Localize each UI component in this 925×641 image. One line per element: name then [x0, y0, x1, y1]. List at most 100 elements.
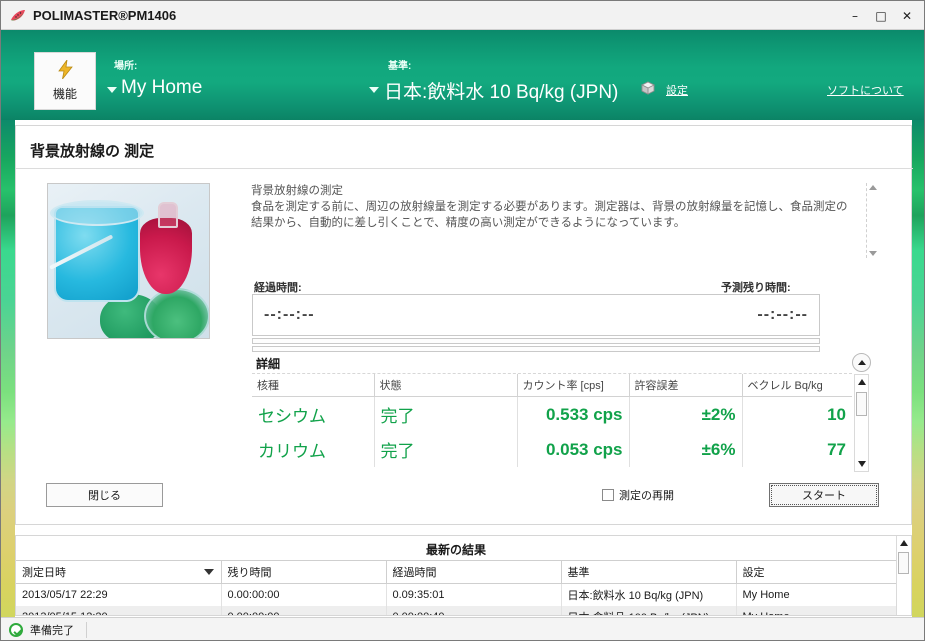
status-separator — [86, 622, 87, 638]
result-setting: My Home — [736, 606, 897, 615]
results-col-standard[interactable]: 基準 — [561, 560, 737, 584]
details-scroll-thumb[interactable] — [856, 392, 867, 416]
table-row[interactable]: 2013/05/15 12:20 0.00:00:00 0.00:00:40 日… — [16, 606, 897, 615]
settings-link[interactable]: 設定 — [666, 82, 688, 98]
table-row[interactable]: セシウム 完了 0.533 cps ±2% 10 — [252, 396, 852, 432]
chevron-up-icon — [858, 360, 866, 365]
results-col-elapsed[interactable]: 経過時間 — [386, 560, 562, 584]
result-elapsed: 0.09:35:01 — [386, 583, 562, 606]
results-scroll-up-arrow[interactable] — [900, 540, 908, 546]
sort-descending-icon — [203, 569, 214, 575]
elapsed-time-label: 経過時間: — [254, 282, 302, 294]
results-table-header-row: 測定日時 残り時間 経過時間 基準 設定 — [16, 560, 897, 584]
maximize-button[interactable]: □ — [868, 5, 894, 27]
table-row[interactable]: カリウム 完了 0.053 cps ±6% 77 — [252, 432, 852, 467]
results-col-datetime[interactable]: 測定日時 — [16, 560, 222, 584]
results-scrollbar[interactable] — [896, 536, 911, 615]
application-window: POLIMASTER®PM1406 – □ ✕ 機能 場所: My Home 基… — [0, 0, 925, 641]
details-table-header-row: 核種 状態 カウント率 [cps] 許容誤差 ベクレル Bq/kg — [252, 374, 852, 397]
details-scrollbar[interactable] — [854, 374, 869, 472]
background-measurement-panel: 背景放射線の 測定 背景放射線の測定 食品を測定する前に、周辺の放射線量を測定す… — [15, 125, 913, 525]
description-scroll-down-arrow[interactable] — [869, 251, 877, 256]
close-button[interactable]: 閉じる — [46, 483, 163, 507]
results-col-setting[interactable]: 設定 — [736, 560, 897, 584]
restart-measurement-checkbox-wrap[interactable]: 測定の再開 — [602, 487, 674, 503]
details-section-header: 詳細 — [252, 352, 852, 374]
about-link[interactable]: ソフトについて — [827, 82, 904, 98]
app-header: 機能 場所: My Home 基準: 日本:飲料水 10 Bq/kg (JPN)… — [1, 30, 924, 120]
standard-label: 基準: — [388, 61, 412, 72]
status-text: 準備完了 — [30, 625, 74, 637]
detail-state: 完了 — [374, 396, 518, 432]
description-scrollbar[interactable] — [866, 183, 879, 258]
details-title: 詳細 — [256, 357, 281, 371]
description-box: 背景放射線の測定 食品を測定する前に、周辺の放射線量を測定する必要があります。測… — [251, 183, 877, 258]
elapsed-time-value: --:--:-- — [264, 306, 315, 323]
result-elapsed: 0.00:00:40 — [386, 606, 562, 615]
panel-divider — [16, 168, 913, 169]
timer-display: --:--:-- --:--:-- — [252, 294, 820, 336]
page-title: 背景放射線の 測定 — [30, 143, 155, 160]
detail-nuclide: セシウム — [252, 396, 375, 432]
latest-results-panel: 最新の結果 測定日時 残り時間 経過時間 基準 設定 2013/05/17 22… — [15, 535, 912, 616]
check-circle-icon — [9, 623, 23, 637]
result-datetime: 2013/05/15 12:20 — [16, 606, 222, 615]
description-scroll-up-arrow[interactable] — [869, 185, 877, 190]
restart-measurement-label: 測定の再開 — [619, 490, 674, 502]
details-col-nuclide[interactable]: 核種 — [252, 374, 375, 397]
detail-nuclide: カリウム — [252, 432, 375, 467]
details-table: 核種 状態 カウント率 [cps] 許容誤差 ベクレル Bq/kg セシウム 完… — [252, 374, 852, 467]
result-standard: 日本:食料品 100 Bq/kg (JPN) — [561, 606, 737, 615]
gear-icon[interactable] — [640, 81, 656, 96]
location-dropdown-caret[interactable] — [107, 87, 117, 93]
laboratory-glassware-photo — [47, 183, 210, 339]
results-scroll-thumb[interactable] — [898, 552, 909, 574]
detail-count-rate: 0.533 cps — [517, 396, 630, 432]
minimize-button[interactable]: – — [842, 5, 868, 27]
detail-tolerance: ±2% — [629, 396, 743, 432]
detail-tolerance: ±6% — [629, 432, 743, 467]
remaining-time-value: --:--:-- — [757, 306, 808, 323]
lightning-bolt-icon — [57, 59, 73, 82]
details-col-countrate[interactable]: カウント率 [cps] — [517, 374, 630, 397]
progress-bar-primary — [252, 338, 820, 344]
result-setting: My Home — [736, 583, 897, 606]
function-button[interactable]: 機能 — [34, 52, 96, 110]
window-controls: – □ ✕ — [842, 1, 920, 30]
window-title: POLIMASTER®PM1406 — [33, 7, 177, 23]
results-title: 最新の結果 — [425, 543, 486, 557]
watermelon-icon — [10, 7, 26, 23]
location-label: 場所: — [114, 61, 138, 72]
detail-state: 完了 — [374, 432, 518, 467]
remaining-time-label: 予測残り時間: — [721, 282, 791, 294]
results-col-remaining[interactable]: 残り時間 — [221, 560, 387, 584]
result-remaining: 0.00:00:00 — [221, 606, 387, 615]
result-standard: 日本:飲料水 10 Bq/kg (JPN) — [561, 583, 737, 606]
title-bar: POLIMASTER®PM1406 – □ ✕ — [1, 1, 924, 30]
result-datetime: 2013/05/17 22:29 — [16, 583, 222, 606]
location-value[interactable]: My Home — [121, 77, 202, 99]
detail-count-rate: 0.053 cps — [517, 432, 630, 467]
details-scroll-down-arrow[interactable] — [858, 461, 866, 467]
left-gradient-strip — [1, 120, 15, 623]
standard-dropdown-caret[interactable] — [369, 87, 379, 93]
details-scroll-up-arrow[interactable] — [858, 379, 866, 385]
detail-becquerel: 77 — [827, 439, 846, 459]
result-remaining: 0.00:00:00 — [221, 583, 387, 606]
function-button-label: 機能 — [52, 87, 77, 101]
details-col-becquerel[interactable]: ベクレル Bq/kg — [742, 374, 852, 397]
details-col-tolerance[interactable]: 許容誤差 — [629, 374, 743, 397]
details-col-state[interactable]: 状態 — [374, 374, 518, 397]
detail-becquerel: 10 — [827, 404, 846, 424]
table-row[interactable]: 2013/05/17 22:29 0.00:00:00 0.09:35:01 日… — [16, 583, 897, 606]
results-table: 測定日時 残り時間 経過時間 基準 設定 2013/05/17 22:29 0.… — [16, 560, 897, 615]
description-text: 背景放射線の測定 食品を測定する前に、周辺の放射線量を測定する必要があります。測… — [251, 185, 848, 229]
results-col-datetime-label: 測定日時 — [22, 567, 66, 579]
right-gradient-strip — [912, 120, 924, 623]
start-button[interactable]: スタート — [769, 483, 879, 507]
status-bar: 準備完了 — [1, 617, 924, 640]
details-collapse-button[interactable] — [852, 353, 871, 372]
restart-measurement-checkbox[interactable] — [602, 489, 614, 501]
standard-value[interactable]: 日本:飲料水 10 Bq/kg (JPN) — [384, 77, 618, 104]
close-window-button[interactable]: ✕ — [894, 5, 920, 27]
